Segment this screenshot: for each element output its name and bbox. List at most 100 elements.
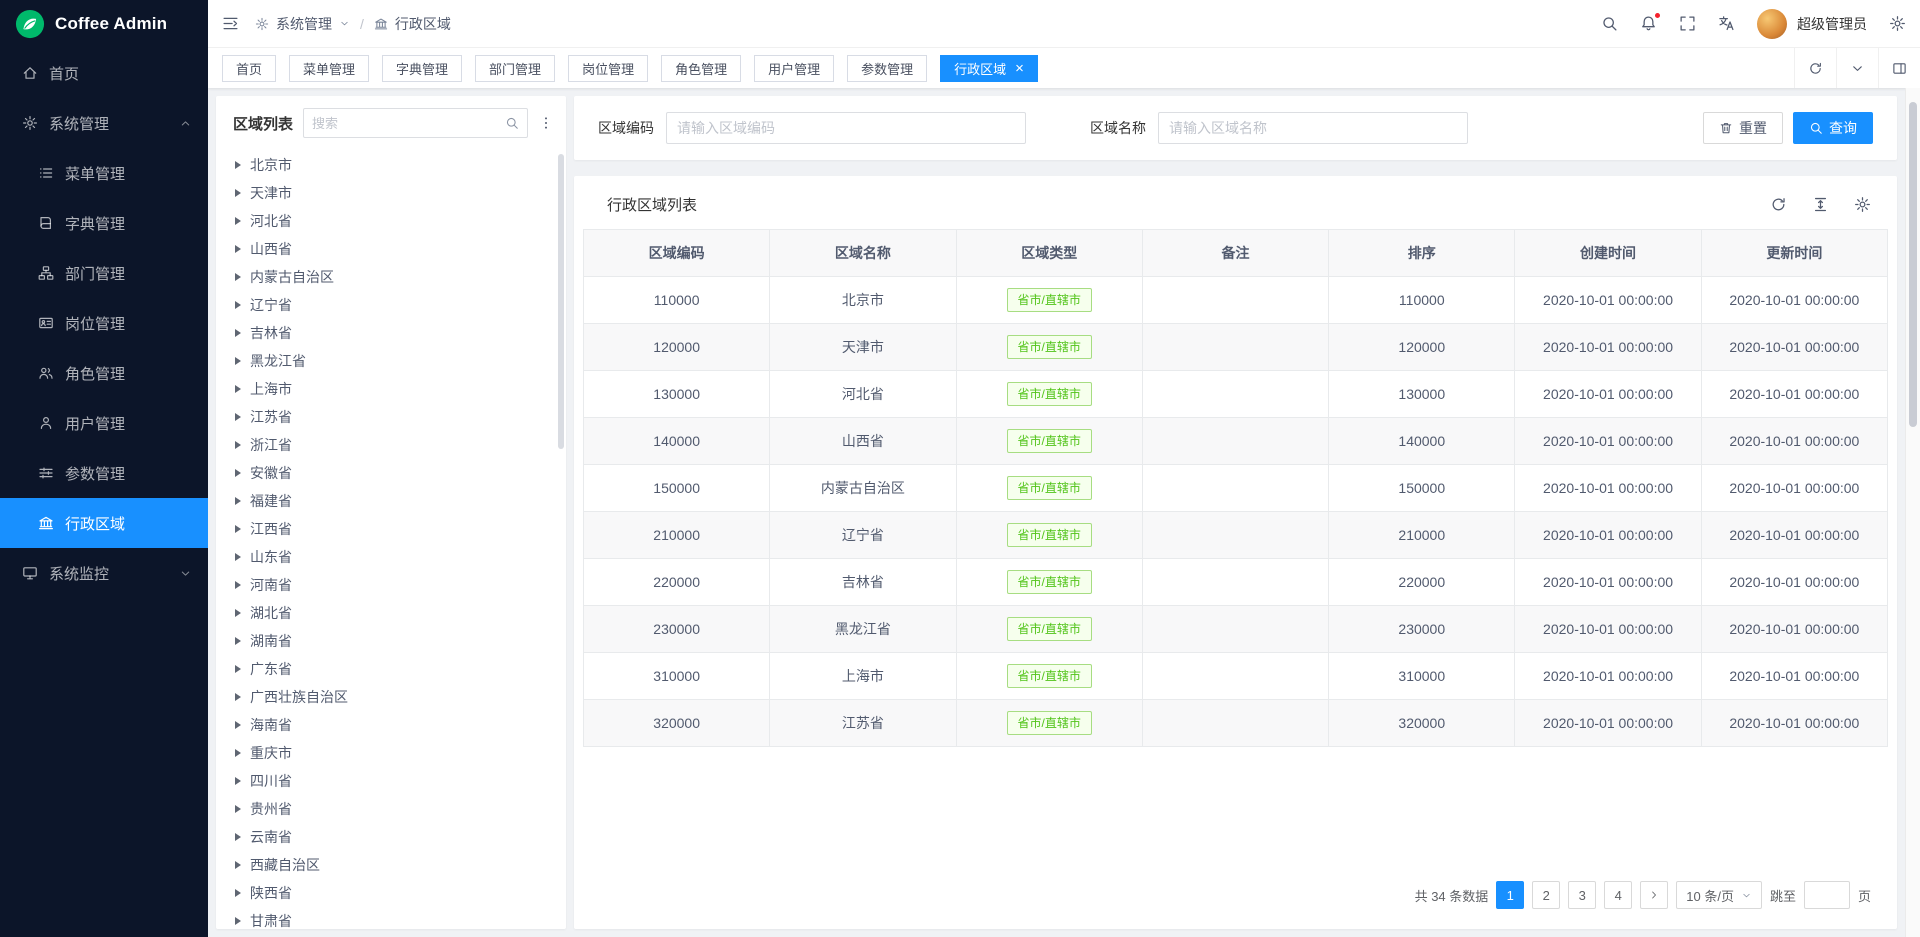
page-scrollbar[interactable] [1905, 88, 1920, 937]
tree-node-北京市[interactable]: 北京市 [216, 151, 566, 179]
caret-right-icon[interactable] [235, 637, 241, 645]
refresh-icon[interactable] [1794, 48, 1836, 88]
sidebar-item-参数管理[interactable]: 参数管理 [0, 448, 208, 498]
tree-node-河北省[interactable]: 河北省 [216, 207, 566, 235]
sidebar-item-用户管理[interactable]: 用户管理 [0, 398, 208, 448]
table-settings-gear-icon[interactable] [1854, 196, 1871, 213]
caret-right-icon[interactable] [235, 161, 241, 169]
caret-right-icon[interactable] [235, 273, 241, 281]
reset-button[interactable]: 重置 [1703, 112, 1783, 144]
tab-部门管理[interactable]: 部门管理 [475, 55, 555, 82]
region-code-input[interactable] [666, 112, 1026, 144]
caret-right-icon[interactable] [235, 385, 241, 393]
table-row-310000[interactable]: 310000上海市省市/直辖市3100002020-10-01 00:00:00… [584, 653, 1888, 700]
sidebar-item-部门管理[interactable]: 部门管理 [0, 248, 208, 298]
table-row-220000[interactable]: 220000吉林省省市/直辖市2200002020-10-01 00:00:00… [584, 559, 1888, 606]
tree-node-贵州省[interactable]: 贵州省 [216, 795, 566, 823]
tree-node-上海市[interactable]: 上海市 [216, 375, 566, 403]
tree-node-黑龙江省[interactable]: 黑龙江省 [216, 347, 566, 375]
caret-right-icon[interactable] [235, 469, 241, 477]
caret-right-icon[interactable] [235, 833, 241, 841]
caret-right-icon[interactable] [235, 609, 241, 617]
tree-node-安徽省[interactable]: 安徽省 [216, 459, 566, 487]
tree-node-西藏自治区[interactable]: 西藏自治区 [216, 851, 566, 879]
translate-icon[interactable] [1718, 15, 1735, 32]
next-page-button[interactable] [1640, 881, 1668, 909]
chevron-down-icon[interactable] [1836, 48, 1878, 88]
caret-right-icon[interactable] [235, 721, 241, 729]
caret-right-icon[interactable] [235, 581, 241, 589]
tree-search-input[interactable] [312, 116, 499, 131]
caret-right-icon[interactable] [235, 301, 241, 309]
sidebar-item-岗位管理[interactable]: 岗位管理 [0, 298, 208, 348]
settings-gear-icon[interactable] [1889, 15, 1906, 32]
tree-node-河南省[interactable]: 河南省 [216, 571, 566, 599]
caret-right-icon[interactable] [235, 245, 241, 253]
search-icon[interactable] [505, 116, 519, 130]
tree-node-辽宁省[interactable]: 辽宁省 [216, 291, 566, 319]
tree-node-山东省[interactable]: 山东省 [216, 543, 566, 571]
caret-right-icon[interactable] [235, 329, 241, 337]
caret-right-icon[interactable] [235, 189, 241, 197]
sidebar-item-字典管理[interactable]: 字典管理 [0, 198, 208, 248]
tree-node-广西壮族自治区[interactable]: 广西壮族自治区 [216, 683, 566, 711]
tree-node-云南省[interactable]: 云南省 [216, 823, 566, 851]
sidebar-item-菜单管理[interactable]: 菜单管理 [0, 148, 208, 198]
table-row-110000[interactable]: 110000北京市省市/直辖市1100002020-10-01 00:00:00… [584, 277, 1888, 324]
tree-node-四川省[interactable]: 四川省 [216, 767, 566, 795]
table-row-230000[interactable]: 230000黑龙江省省市/直辖市2300002020-10-01 00:00:0… [584, 606, 1888, 653]
region-name-input[interactable] [1158, 112, 1468, 144]
table-row-210000[interactable]: 210000辽宁省省市/直辖市2100002020-10-01 00:00:00… [584, 512, 1888, 559]
page-button-4[interactable]: 4 [1604, 881, 1632, 909]
tree-node-内蒙古自治区[interactable]: 内蒙古自治区 [216, 263, 566, 291]
caret-right-icon[interactable] [235, 805, 241, 813]
tree-node-甘肃省[interactable]: 甘肃省 [216, 907, 566, 929]
page-button-3[interactable]: 3 [1568, 881, 1596, 909]
jump-page-input[interactable] [1804, 881, 1850, 909]
tab-角色管理[interactable]: 角色管理 [661, 55, 741, 82]
caret-right-icon[interactable] [235, 357, 241, 365]
tree-node-重庆市[interactable]: 重庆市 [216, 739, 566, 767]
layout-panel-icon[interactable] [1878, 48, 1920, 88]
search-icon[interactable] [1601, 15, 1618, 32]
caret-right-icon[interactable] [235, 497, 241, 505]
tab-菜单管理[interactable]: 菜单管理 [289, 55, 369, 82]
caret-right-icon[interactable] [235, 413, 241, 421]
close-icon[interactable]: × [1015, 61, 1024, 76]
tree-node-山西省[interactable]: 山西省 [216, 235, 566, 263]
caret-right-icon[interactable] [235, 525, 241, 533]
scrollbar-thumb[interactable] [1909, 102, 1917, 427]
caret-right-icon[interactable] [235, 749, 241, 757]
sidebar-item-首页[interactable]: 首页 [0, 48, 208, 98]
breadcrumb-item-system[interactable]: 系统管理 [276, 14, 332, 34]
collapse-sidebar-icon[interactable] [222, 15, 239, 32]
more-options-icon[interactable] [538, 115, 554, 131]
avatar[interactable] [1757, 9, 1787, 39]
tree-node-湖南省[interactable]: 湖南省 [216, 627, 566, 655]
caret-right-icon[interactable] [235, 217, 241, 225]
caret-right-icon[interactable] [235, 693, 241, 701]
caret-right-icon[interactable] [235, 889, 241, 897]
tree-node-江苏省[interactable]: 江苏省 [216, 403, 566, 431]
refresh-icon[interactable] [1770, 196, 1787, 213]
caret-right-icon[interactable] [235, 665, 241, 673]
caret-right-icon[interactable] [235, 777, 241, 785]
tree-node-湖北省[interactable]: 湖北省 [216, 599, 566, 627]
table-row-150000[interactable]: 150000内蒙古自治区省市/直辖市1500002020-10-01 00:00… [584, 465, 1888, 512]
tree-node-江西省[interactable]: 江西省 [216, 515, 566, 543]
table-row-130000[interactable]: 130000河北省省市/直辖市1300002020-10-01 00:00:00… [584, 371, 1888, 418]
tab-字典管理[interactable]: 字典管理 [382, 55, 462, 82]
tree-node-吉林省[interactable]: 吉林省 [216, 319, 566, 347]
caret-right-icon[interactable] [235, 861, 241, 869]
tab-行政区域[interactable]: 行政区域× [940, 55, 1038, 82]
notification-bell-icon[interactable] [1640, 15, 1657, 32]
tab-首页[interactable]: 首页 [222, 55, 276, 82]
caret-right-icon[interactable] [235, 553, 241, 561]
tab-参数管理[interactable]: 参数管理 [847, 55, 927, 82]
tree-node-天津市[interactable]: 天津市 [216, 179, 566, 207]
caret-right-icon[interactable] [235, 441, 241, 449]
fullscreen-icon[interactable] [1679, 15, 1696, 32]
sidebar-item-角色管理[interactable]: 角色管理 [0, 348, 208, 398]
page-button-1[interactable]: 1 [1496, 881, 1524, 909]
tree-node-广东省[interactable]: 广东省 [216, 655, 566, 683]
